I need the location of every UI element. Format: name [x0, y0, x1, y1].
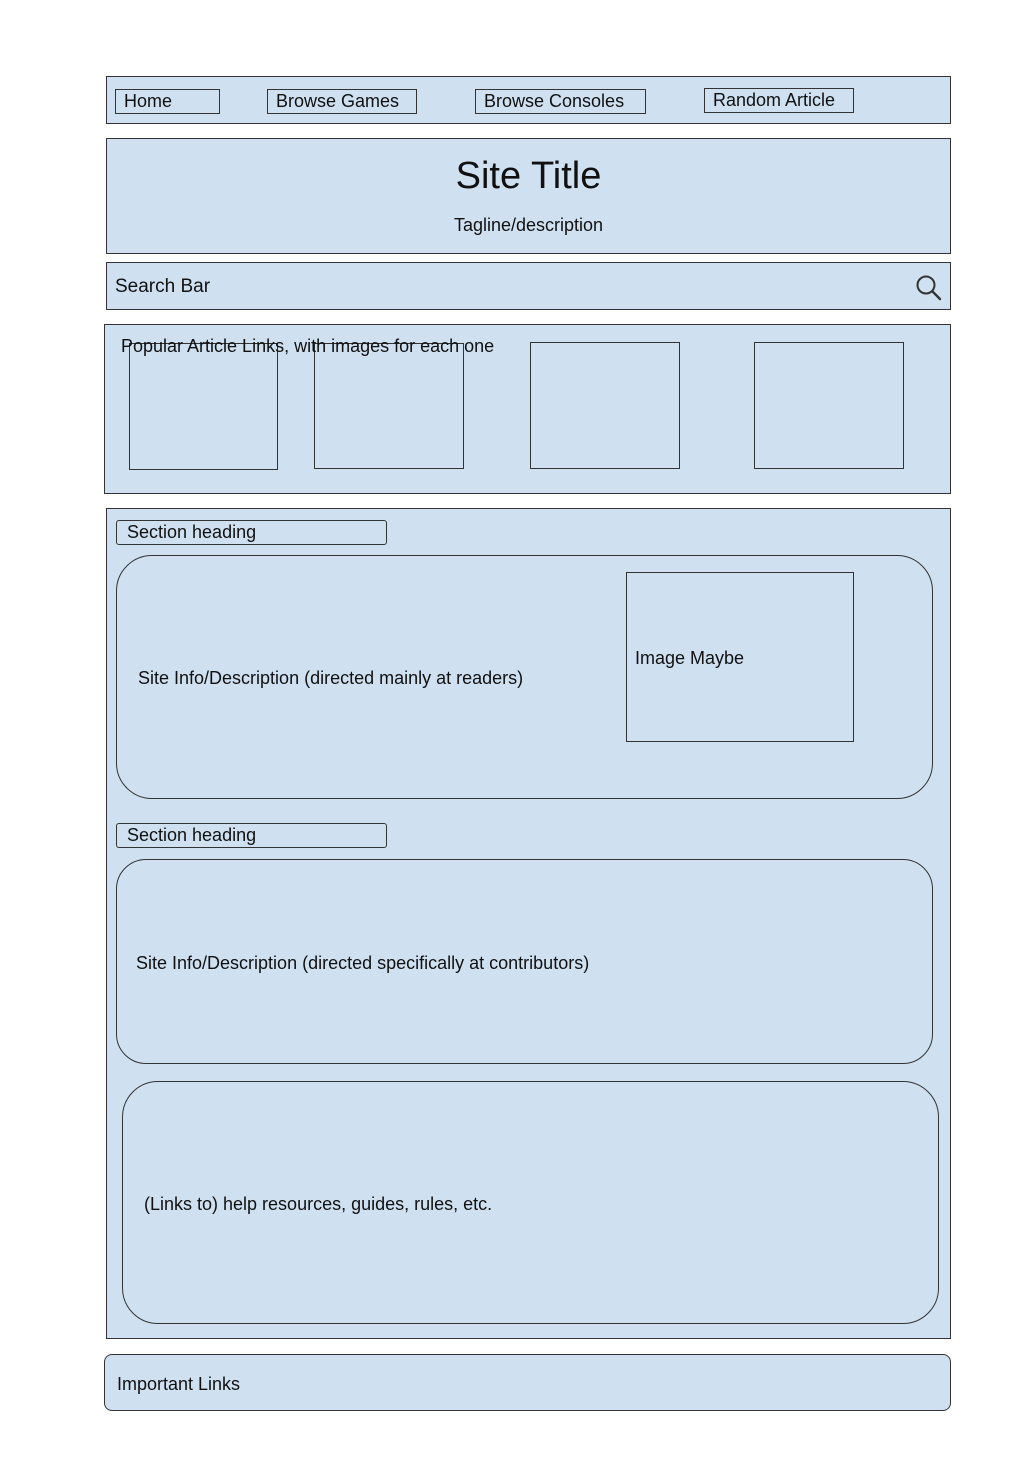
contributor-info-panel: Site Info/Description (directed specific…	[116, 859, 933, 1064]
nav-browse-games-button[interactable]: Browse Games	[267, 89, 417, 114]
search-input[interactable]	[115, 273, 895, 301]
nav-home-button[interactable]: Home	[115, 89, 220, 114]
help-resources-text[interactable]: (Links to) help resources, guides, rules…	[144, 1195, 492, 1213]
popular-articles: Popular Article Links, with images for e…	[104, 324, 951, 494]
contributor-info-description: Site Info/Description (directed specific…	[136, 953, 590, 973]
reader-info-panel: Site Info/Description (directed mainly a…	[116, 555, 933, 799]
site-header: Site Title Tagline/description	[106, 138, 951, 254]
search-icon[interactable]	[914, 273, 942, 301]
nav-random-article-button[interactable]: Random Article	[704, 88, 854, 113]
main-content: Section heading Site Info/Description (d…	[106, 508, 951, 1339]
image-placeholder-label: Image Maybe	[635, 648, 745, 668]
image-placeholder: Image Maybe	[626, 572, 854, 742]
section-heading: Section heading	[116, 520, 387, 545]
popular-article-thumbnail[interactable]	[754, 342, 904, 469]
popular-article-thumbnail[interactable]	[314, 343, 464, 469]
site-tagline: Tagline/description	[453, 215, 604, 235]
popular-article-thumbnail[interactable]	[530, 342, 680, 469]
nav-bar: Home Browse Games Browse Consoles Random…	[106, 76, 951, 124]
important-links-footer: Important Links	[104, 1354, 951, 1411]
nav-browse-consoles-button[interactable]: Browse Consoles	[475, 89, 646, 114]
search-bar	[106, 262, 951, 310]
site-title: Site Title	[455, 155, 602, 197]
popular-article-thumbnail[interactable]	[129, 343, 278, 470]
help-resources-panel: (Links to) help resources, guides, rules…	[122, 1081, 939, 1324]
section-heading: Section heading	[116, 823, 387, 848]
important-links-label[interactable]: Important Links	[117, 1375, 240, 1393]
popular-articles-label: Popular Article Links, with images for e…	[121, 336, 495, 356]
reader-info-description: Site Info/Description (directed mainly a…	[138, 668, 524, 688]
